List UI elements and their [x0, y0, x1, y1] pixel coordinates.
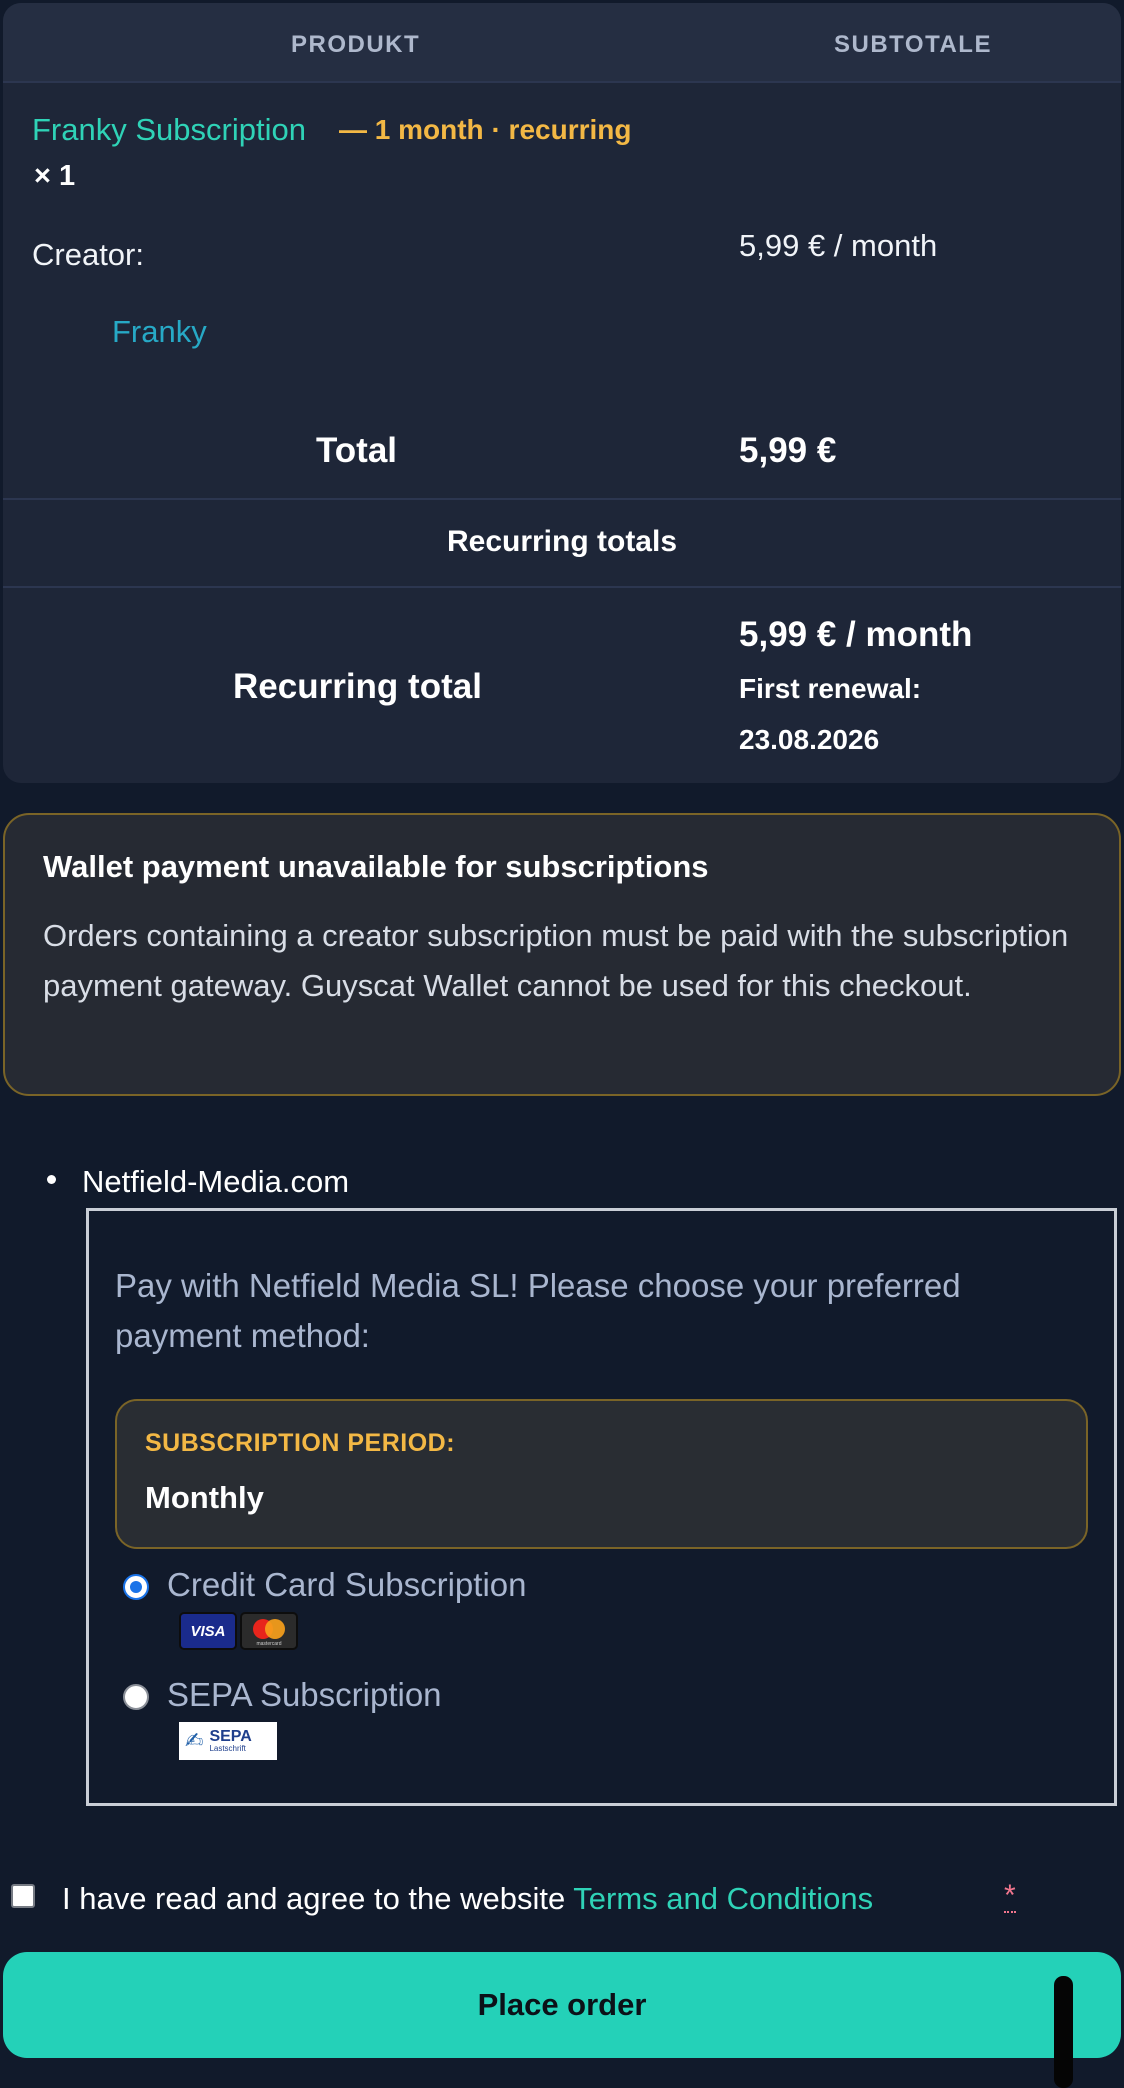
terms-link[interactable]: Terms and Conditions	[573, 1881, 873, 1916]
recurring-total-value: 5,99 € / month	[739, 615, 973, 654]
subscription-period-value: Monthly	[145, 1480, 264, 1515]
terms-label: I have read and agree to the website Ter…	[62, 1881, 874, 1916]
place-order-button[interactable]: Place order	[3, 1952, 1121, 2058]
payment-gateway-box: Pay with Netfield Media SL! Please choos…	[86, 1208, 1117, 1806]
subscription-period-label: SUBSCRIPTION PERIOD:	[145, 1429, 456, 1457]
wallet-unavailable-notice: Wallet payment unavailable for subscript…	[3, 813, 1121, 1096]
recurring-total-label: Recurring total	[233, 667, 482, 706]
order-summary-table: PRODUKT SUBTOTALE Franky Subscription — …	[3, 3, 1121, 783]
notice-body: Orders containing a creator subscription…	[43, 918, 1069, 1003]
product-name-link[interactable]: Franky Subscription	[32, 112, 306, 148]
product-billing-meta: — 1 month · recurring	[339, 114, 632, 145]
sepa-radio[interactable]	[123, 1684, 149, 1710]
total-label: Total	[316, 431, 398, 470]
creator-name-link[interactable]: Franky	[112, 314, 207, 350]
visa-logo-icon: VISA	[179, 1612, 237, 1650]
credit-card-radio[interactable]	[123, 1574, 149, 1600]
row-divider	[3, 498, 1121, 500]
credit-card-label[interactable]: Credit Card Subscription	[167, 1566, 527, 1604]
mastercard-logo-icon: mastercard	[240, 1612, 298, 1650]
row-divider	[3, 586, 1121, 588]
payment-gateway-name[interactable]: Netfield-Media.com	[82, 1164, 349, 1200]
sepa-lastschrift-logo-icon: ✍ SEPA Lastschrift	[179, 1722, 277, 1760]
subscription-period-box: SUBSCRIPTION PERIOD: Monthly	[115, 1399, 1088, 1549]
creator-label: Creator:	[32, 237, 144, 272]
product-quantity: × 1	[34, 160, 76, 192]
column-header-subtotal: SUBTOTALE	[834, 31, 992, 58]
column-header-product: PRODUKT	[291, 31, 421, 58]
first-renewal-date: 23.08.2026	[739, 724, 880, 755]
terms-checkbox[interactable]	[11, 1884, 35, 1908]
gateway-description: Pay with Netfield Media SL! Please choos…	[115, 1267, 961, 1354]
line-item-price: 5,99 € / month	[739, 228, 938, 263]
recurring-totals-heading: Recurring totals	[446, 525, 678, 558]
required-marker: *	[1004, 1879, 1016, 1913]
text-cursor-indicator	[1054, 1976, 1073, 2088]
table-header: PRODUKT SUBTOTALE	[3, 3, 1121, 83]
total-value: 5,99 €	[739, 431, 837, 470]
list-bullet	[47, 1175, 56, 1184]
first-renewal-label: First renewal:	[739, 673, 922, 704]
card-logos: VISA mastercard	[179, 1612, 298, 1650]
sepa-label[interactable]: SEPA Subscription	[167, 1676, 442, 1714]
notice-title: Wallet payment unavailable for subscript…	[43, 849, 709, 884]
